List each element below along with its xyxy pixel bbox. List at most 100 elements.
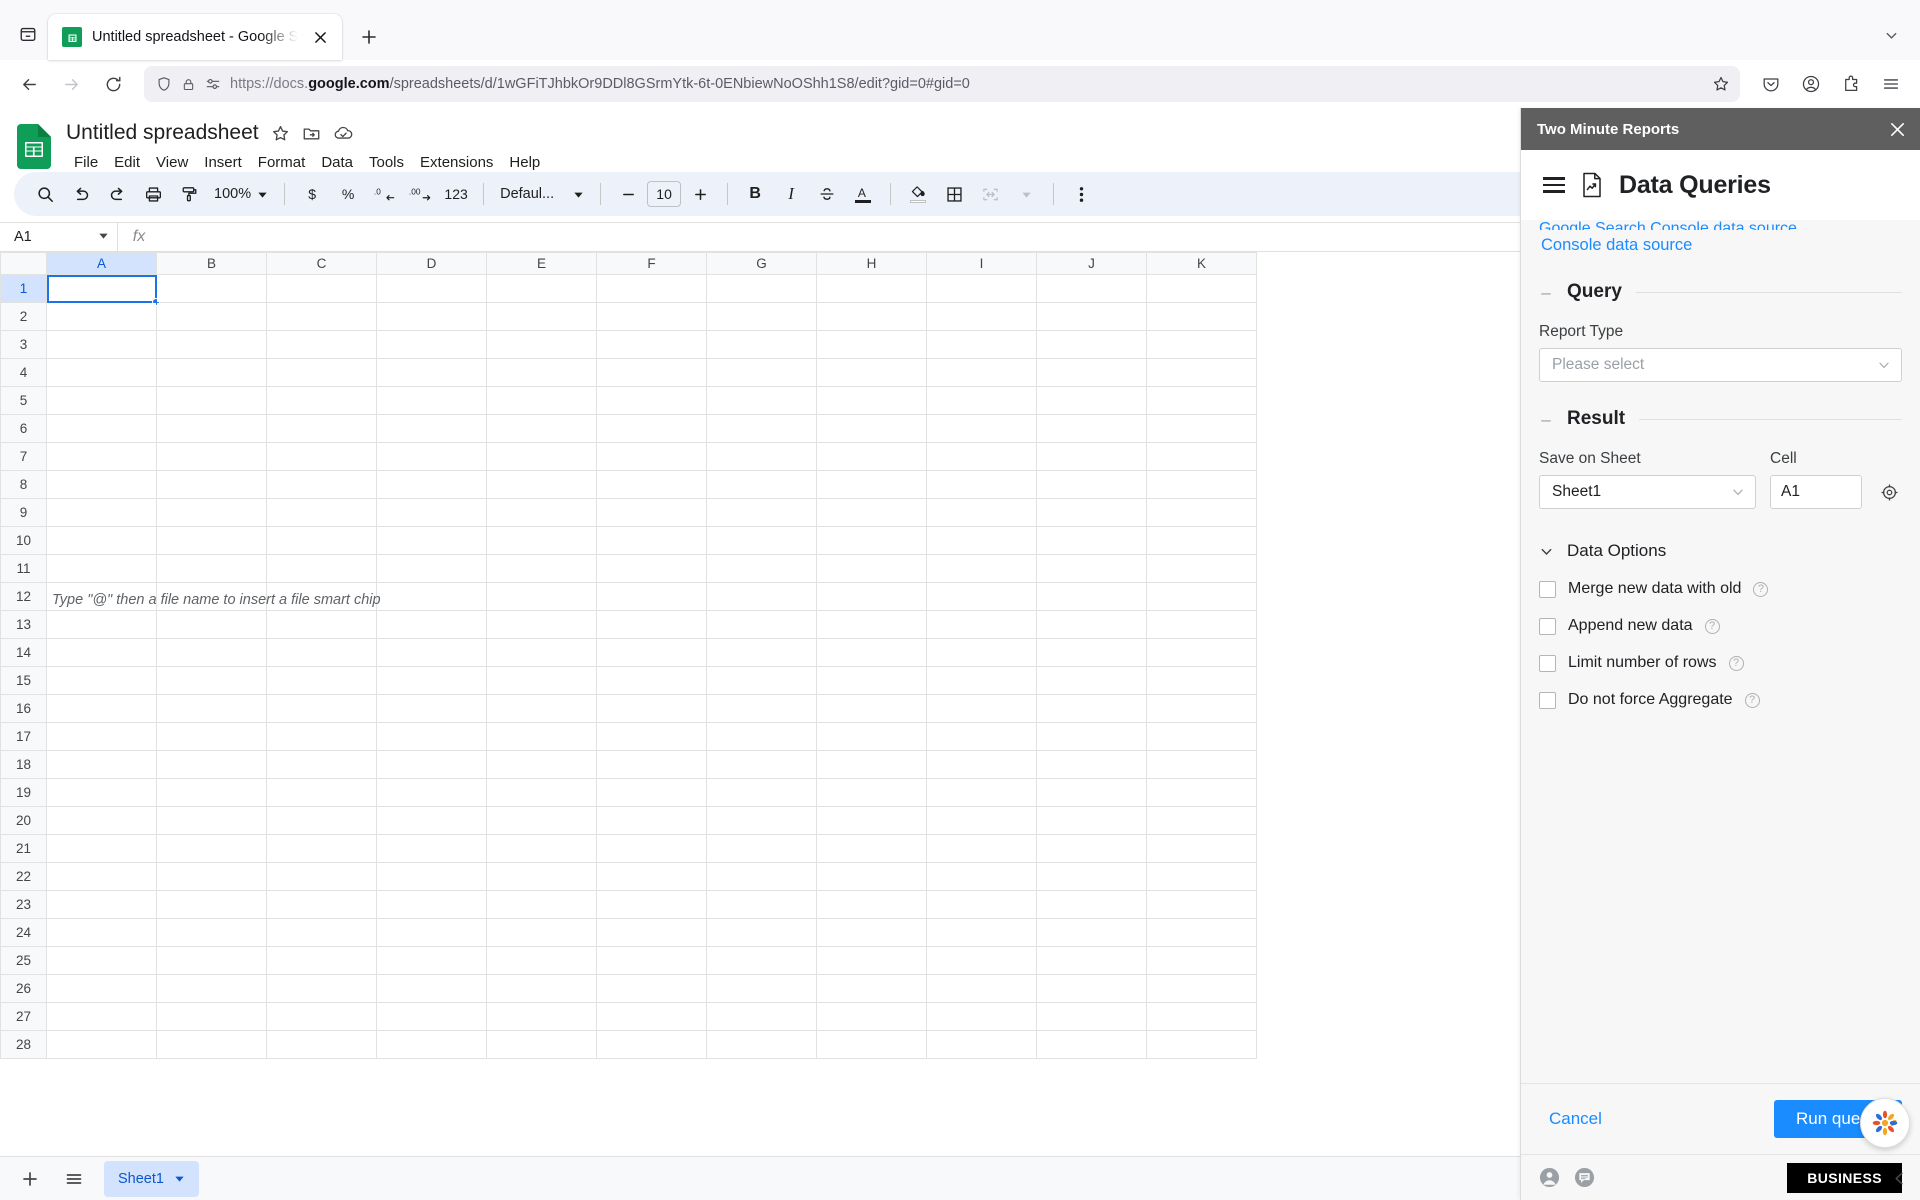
cell-J26[interactable] — [1036, 974, 1147, 1003]
all-sheets-menu-icon[interactable] — [54, 1161, 94, 1197]
cell-G7[interactable] — [706, 442, 817, 471]
cell-I16[interactable] — [926, 694, 1037, 723]
cell-H7[interactable] — [816, 442, 927, 471]
cell-J9[interactable] — [1036, 498, 1147, 527]
cell-A19[interactable] — [46, 778, 157, 807]
cell-C8[interactable] — [266, 470, 377, 499]
cell-K4[interactable] — [1146, 358, 1257, 387]
cell-C17[interactable] — [266, 722, 377, 751]
cell-H25[interactable] — [816, 946, 927, 975]
cell-A18[interactable] — [46, 750, 157, 779]
option-limit-rows[interactable]: Limit number of rows ? — [1539, 654, 1902, 672]
collapse-query-icon[interactable]: – — [1539, 284, 1553, 301]
cell-D7[interactable] — [376, 442, 487, 471]
select-all-corner[interactable] — [0, 252, 47, 275]
cell-H10[interactable] — [816, 526, 927, 555]
cell-C28[interactable] — [266, 1030, 377, 1059]
option-merge-new-data[interactable]: Merge new data with old ? — [1539, 580, 1902, 598]
collapse-panel-chevron-left-icon[interactable] — [1891, 1170, 1908, 1192]
cell-I17[interactable] — [926, 722, 1037, 751]
cell-G3[interactable] — [706, 330, 817, 359]
cell-A11[interactable] — [46, 554, 157, 583]
cell-G5[interactable] — [706, 386, 817, 415]
column-header-K[interactable]: K — [1146, 252, 1257, 275]
cell-G15[interactable] — [706, 666, 817, 695]
print-icon[interactable] — [136, 177, 170, 211]
cell-F2[interactable] — [596, 302, 707, 331]
row-header-6[interactable]: 6 — [0, 414, 47, 443]
back-icon[interactable] — [10, 65, 48, 103]
cell-B27[interactable] — [156, 1002, 267, 1031]
cell-D3[interactable] — [376, 330, 487, 359]
cell-J14[interactable] — [1036, 638, 1147, 667]
cell-F3[interactable] — [596, 330, 707, 359]
option-append-new-data[interactable]: Append new data ? — [1539, 617, 1902, 635]
cell-C11[interactable] — [266, 554, 377, 583]
cell-C7[interactable] — [266, 442, 377, 471]
row-header-9[interactable]: 9 — [0, 498, 47, 527]
cell-K21[interactable] — [1146, 834, 1257, 863]
reload-icon[interactable] — [94, 65, 132, 103]
cell-K8[interactable] — [1146, 470, 1257, 499]
cell-K26[interactable] — [1146, 974, 1257, 1003]
help-icon[interactable]: ? — [1744, 692, 1760, 708]
cell-K16[interactable] — [1146, 694, 1257, 723]
bold-button[interactable]: B — [738, 177, 772, 211]
row-header-28[interactable]: 28 — [0, 1030, 47, 1059]
address-bar[interactable]: https://docs.google.com/spreadsheets/d/1… — [144, 66, 1740, 102]
chat-support-icon[interactable] — [1574, 1167, 1595, 1188]
cell-E18[interactable] — [486, 750, 597, 779]
cell-B20[interactable] — [156, 806, 267, 835]
cell-A8[interactable] — [46, 470, 157, 499]
limit-rows-checkbox[interactable] — [1539, 654, 1556, 672]
cell-H4[interactable] — [816, 358, 927, 387]
row-header-2[interactable]: 2 — [0, 302, 47, 331]
cell-G16[interactable] — [706, 694, 817, 723]
cell-I23[interactable] — [926, 890, 1037, 919]
cell-C24[interactable] — [266, 918, 377, 947]
cell-H21[interactable] — [816, 834, 927, 863]
row-header-18[interactable]: 18 — [0, 750, 47, 779]
row-header-19[interactable]: 19 — [0, 778, 47, 807]
cell-C25[interactable] — [266, 946, 377, 975]
cell-D9[interactable] — [376, 498, 487, 527]
cell-C19[interactable] — [266, 778, 377, 807]
cell-K24[interactable] — [1146, 918, 1257, 947]
cell-B2[interactable] — [156, 302, 267, 331]
cell-E14[interactable] — [486, 638, 597, 667]
cell-B14[interactable] — [156, 638, 267, 667]
cell-F16[interactable] — [596, 694, 707, 723]
cell-G11[interactable] — [706, 554, 817, 583]
cell-H18[interactable] — [816, 750, 927, 779]
cell-E9[interactable] — [486, 498, 597, 527]
cell-B7[interactable] — [156, 442, 267, 471]
decrease-decimal-places-icon[interactable]: .0 — [367, 177, 401, 211]
cell-K15[interactable] — [1146, 666, 1257, 695]
cell-D11[interactable] — [376, 554, 487, 583]
cell-E10[interactable] — [486, 526, 597, 555]
cell-I21[interactable] — [926, 834, 1037, 863]
cell-C9[interactable] — [266, 498, 377, 527]
cell-H12[interactable] — [816, 582, 927, 611]
cell-J8[interactable] — [1036, 470, 1147, 499]
row-header-1[interactable]: 1 — [0, 274, 47, 303]
cell-F28[interactable] — [596, 1030, 707, 1059]
cell-H16[interactable] — [816, 694, 927, 723]
paint-format-icon[interactable] — [172, 177, 206, 211]
cell-D25[interactable] — [376, 946, 487, 975]
cell-H1[interactable] — [816, 274, 927, 303]
clipped-data-source-link[interactable]: Google Search Console data source — [1539, 220, 1902, 230]
row-header-21[interactable]: 21 — [0, 834, 47, 863]
cell-I10[interactable] — [926, 526, 1037, 555]
cell-H23[interactable] — [816, 890, 927, 919]
cell-H22[interactable] — [816, 862, 927, 891]
cell-G1[interactable] — [706, 274, 817, 303]
cell-D17[interactable] — [376, 722, 487, 751]
help-icon[interactable]: ? — [1704, 618, 1720, 634]
cell-G22[interactable] — [706, 862, 817, 891]
cell-F6[interactable] — [596, 414, 707, 443]
cell-A9[interactable] — [46, 498, 157, 527]
cell-G4[interactable] — [706, 358, 817, 387]
row-header-7[interactable]: 7 — [0, 442, 47, 471]
cell-E4[interactable] — [486, 358, 597, 387]
